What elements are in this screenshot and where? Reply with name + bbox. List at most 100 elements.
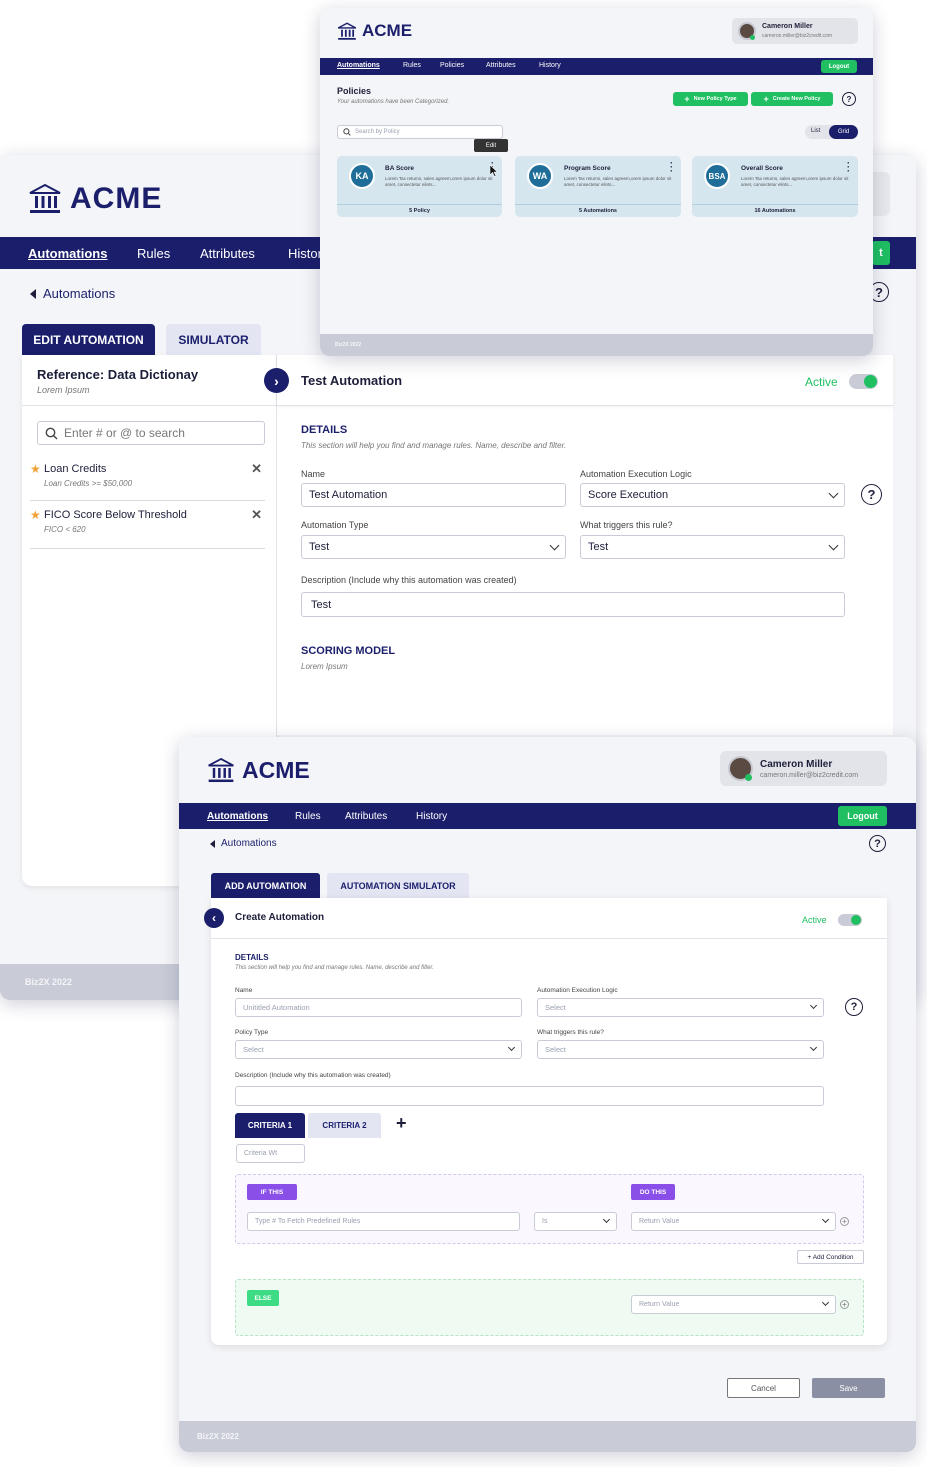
tab-criteria-1[interactable]: CRITERIA 1 bbox=[235, 1113, 305, 1138]
user-card[interactable]: Cameron Miller cameron.miller@biz2credit… bbox=[720, 751, 887, 786]
breadcrumb[interactable]: Automations bbox=[210, 838, 277, 849]
nav-automations[interactable]: Automations bbox=[337, 62, 380, 69]
nav-history[interactable]: History bbox=[539, 62, 561, 69]
kebab-menu-icon[interactable]: ··· bbox=[670, 159, 673, 176]
view-grid-button[interactable]: Grid bbox=[829, 125, 858, 139]
kebab-menu-icon[interactable]: ··· bbox=[847, 159, 850, 176]
name-label: Name bbox=[301, 469, 326, 479]
chevron-down-icon bbox=[828, 540, 839, 550]
logout-button-partial[interactable]: t bbox=[872, 241, 890, 265]
policy-type-select[interactable]: Select bbox=[235, 1040, 522, 1059]
list-item[interactable]: ★ FICO Score Below Threshold FICO < 620 … bbox=[30, 507, 265, 549]
list-item[interactable]: ★ Loan Credits Loan Credits >= $50,000 ✕ bbox=[30, 461, 265, 501]
new-policy-type-button[interactable]: + New Policy Type bbox=[673, 92, 748, 106]
nav-attributes[interactable]: Attributes bbox=[345, 811, 387, 822]
online-dot bbox=[745, 774, 752, 781]
save-button[interactable]: Save bbox=[812, 1378, 885, 1398]
nav-policies[interactable]: Policies bbox=[440, 62, 464, 69]
else-return-value-select[interactable]: Return Value bbox=[631, 1295, 836, 1314]
footer-bar bbox=[320, 334, 873, 356]
close-icon[interactable]: ✕ bbox=[251, 507, 262, 523]
description-textarea[interactable]: Test bbox=[301, 592, 845, 617]
close-icon[interactable]: ✕ bbox=[251, 461, 262, 477]
operator-select[interactable]: Is bbox=[534, 1212, 617, 1231]
nav-rules[interactable]: Rules bbox=[295, 811, 321, 822]
add-row-icon[interactable]: + bbox=[840, 1217, 849, 1226]
edit-tooltip: Edit bbox=[474, 139, 508, 152]
logout-button[interactable]: Logout bbox=[821, 60, 857, 73]
trigger-select[interactable]: Test bbox=[580, 535, 845, 559]
cancel-button[interactable]: Cancel bbox=[727, 1378, 800, 1398]
return-value-select[interactable]: Return Value bbox=[631, 1212, 836, 1231]
nav-automations[interactable]: Automations bbox=[207, 811, 268, 822]
panel-title: Create Automation bbox=[235, 912, 325, 923]
nav-automations[interactable]: Automations bbox=[28, 246, 107, 261]
criteria-weight-input[interactable]: Criteria Wt bbox=[236, 1144, 305, 1163]
description-textarea[interactable] bbox=[235, 1086, 824, 1106]
search-stub bbox=[872, 172, 890, 216]
back-caret-icon bbox=[210, 839, 215, 848]
rule-input[interactable]: Type # To Fetch Predefined Rules bbox=[247, 1212, 520, 1231]
policy-card[interactable]: BSA Overall Score Lorem Tax returns, sal… bbox=[692, 156, 858, 217]
brand-logo: ACME bbox=[207, 757, 310, 784]
collapse-button[interactable]: ‹ bbox=[204, 908, 224, 928]
logic-label: Automation Execution Logic bbox=[580, 469, 692, 479]
plus-icon: + bbox=[763, 94, 769, 104]
create-automation-window: ACME Cameron Miller cameron.miller@biz2c… bbox=[179, 737, 916, 1452]
policy-card[interactable]: KA BA Score Lorem Tax returns, sales agr… bbox=[337, 156, 502, 217]
card-avatar: BSA bbox=[704, 163, 730, 189]
active-toggle[interactable] bbox=[849, 374, 878, 389]
search-icon bbox=[343, 128, 351, 136]
tab-simulator[interactable]: SIMULATOR bbox=[166, 324, 261, 355]
logout-button[interactable]: Logout bbox=[838, 806, 887, 826]
view-list-button[interactable]: List bbox=[811, 128, 820, 134]
logic-label: Automation Execution Logic bbox=[537, 987, 618, 994]
type-select[interactable]: Test bbox=[301, 535, 566, 559]
nav-history[interactable]: Histor bbox=[288, 246, 322, 261]
automation-title: Test Automation bbox=[301, 373, 403, 388]
reference-search-input[interactable]: Enter # or @ to search bbox=[37, 421, 265, 445]
policy-card[interactable]: WA Program Score Lorem Tax returns, sale… bbox=[515, 156, 681, 217]
nav-rules[interactable]: Rules bbox=[137, 246, 170, 261]
page-title: Policies bbox=[337, 86, 372, 96]
create-new-policy-button[interactable]: + Create New Policy bbox=[751, 92, 833, 106]
nav-rules[interactable]: Rules bbox=[403, 62, 421, 69]
name-label: Name bbox=[235, 987, 253, 994]
chevron-left-icon: ‹ bbox=[212, 911, 216, 925]
expand-button[interactable]: › bbox=[264, 368, 289, 393]
footer-bar bbox=[179, 1421, 916, 1452]
name-input[interactable]: Test Automation bbox=[301, 483, 566, 507]
nav-history[interactable]: History bbox=[416, 811, 447, 822]
logic-select[interactable]: Score Execution bbox=[580, 483, 845, 507]
nav-attributes[interactable]: Attributes bbox=[200, 246, 255, 261]
add-criteria-icon[interactable]: + bbox=[396, 1113, 407, 1134]
logic-select[interactable]: Select bbox=[537, 998, 824, 1017]
tab-add-automation[interactable]: ADD AUTOMATION bbox=[211, 873, 320, 898]
breadcrumb[interactable]: Automations bbox=[30, 286, 115, 301]
tab-edit-automation[interactable]: EDIT AUTOMATION bbox=[22, 324, 155, 355]
policy-search-input[interactable]: Search by Policy bbox=[337, 125, 503, 139]
status-label: Active bbox=[802, 915, 827, 925]
help-icon[interactable]: ? bbox=[861, 484, 882, 505]
cursor-icon bbox=[490, 165, 498, 177]
online-dot bbox=[750, 35, 755, 40]
help-icon[interactable]: ? bbox=[869, 835, 886, 852]
nav-attributes[interactable]: Attributes bbox=[486, 62, 516, 69]
user-card[interactable]: Cameron Miller cameron.miller@biz2credit… bbox=[732, 18, 858, 44]
chevron-down-icon bbox=[602, 1215, 611, 1224]
trigger-select[interactable]: Select bbox=[537, 1040, 824, 1059]
description-label: Description (Include why this automation… bbox=[235, 1072, 391, 1079]
chevron-down-icon bbox=[821, 1298, 830, 1307]
help-icon[interactable]: ? bbox=[845, 998, 863, 1016]
add-row-icon[interactable]: + bbox=[840, 1300, 849, 1309]
name-input[interactable]: Unititled Automation bbox=[235, 998, 522, 1017]
description-label: Description (Include why this automation… bbox=[301, 575, 517, 585]
tab-automation-simulator[interactable]: AUTOMATION SIMULATOR bbox=[327, 873, 469, 898]
status-label: Active bbox=[805, 375, 838, 389]
active-toggle[interactable] bbox=[838, 914, 862, 926]
tab-criteria-2[interactable]: CRITERIA 2 bbox=[308, 1113, 381, 1138]
help-icon[interactable]: ? bbox=[842, 92, 856, 106]
bank-icon bbox=[29, 183, 61, 213]
add-condition-button[interactable]: + Add Condition bbox=[797, 1250, 864, 1264]
bank-icon bbox=[337, 21, 357, 40]
